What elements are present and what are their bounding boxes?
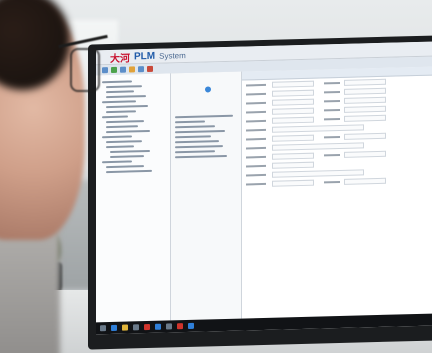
tree-item[interactable] (106, 165, 144, 169)
tree-item[interactable] (106, 90, 134, 94)
toolbar-icon[interactable] (120, 66, 126, 73)
detail-line (175, 154, 227, 159)
tree-item[interactable] (106, 145, 134, 149)
detail-panel (171, 71, 242, 321)
navigation-tree (96, 73, 171, 323)
office-scene: 大河 PLM System (0, 0, 432, 353)
tree-item[interactable] (106, 120, 144, 124)
tree-item[interactable] (110, 155, 144, 159)
tree-item[interactable] (106, 110, 136, 114)
detail-line (175, 125, 215, 129)
tree-item[interactable] (106, 105, 148, 109)
taskbar-app-icon[interactable] (144, 323, 150, 331)
detail-line (175, 150, 215, 154)
tree-item[interactable] (102, 80, 132, 84)
monitor-screen: 大河 PLM System (96, 41, 432, 335)
detail-line (175, 135, 211, 139)
tree-item[interactable] (110, 149, 150, 154)
taskbar-app-icon[interactable] (188, 322, 194, 329)
loading-spinner-icon (205, 86, 211, 93)
start-icon[interactable] (100, 325, 106, 332)
app-logo-mark: 大河 (110, 52, 130, 65)
tree-item[interactable] (106, 129, 150, 134)
detail-line (175, 120, 205, 124)
tree-item[interactable] (102, 115, 128, 119)
tree-item[interactable] (106, 125, 138, 129)
tree-item[interactable] (102, 100, 136, 104)
taskbar-app-icon[interactable] (155, 323, 161, 330)
glasses-lens (70, 48, 100, 92)
properties-form (242, 66, 432, 319)
detail-line (175, 114, 233, 119)
tree-item[interactable] (106, 95, 146, 99)
taskbar-app-icon[interactable] (133, 324, 139, 331)
taskbar-app-icon[interactable] (111, 324, 117, 331)
toolbar-icon[interactable] (102, 67, 108, 74)
app-logo-text: PLM (134, 50, 156, 62)
detail-lines (175, 112, 237, 162)
toolbar-icon[interactable] (147, 65, 153, 73)
monitor: 大河 PLM System (88, 35, 432, 350)
app-logo-suffix: System (159, 50, 186, 61)
tree-item[interactable] (106, 140, 142, 144)
tree-item[interactable] (106, 85, 142, 89)
detail-line (175, 140, 219, 144)
detail-line (175, 129, 225, 134)
taskbar-app-icon[interactable] (177, 323, 183, 330)
tree-item[interactable] (102, 160, 132, 164)
tree-item[interactable] (106, 169, 152, 174)
taskbar-app-icon[interactable] (166, 323, 172, 330)
toolbar-icon[interactable] (129, 66, 135, 73)
toolbar-icon[interactable] (111, 66, 117, 73)
toolbar-icon[interactable] (138, 66, 144, 73)
taskbar-app-icon[interactable] (122, 324, 128, 331)
tree-item[interactable] (102, 135, 132, 139)
app-body (96, 66, 432, 323)
detail-line (175, 145, 223, 149)
